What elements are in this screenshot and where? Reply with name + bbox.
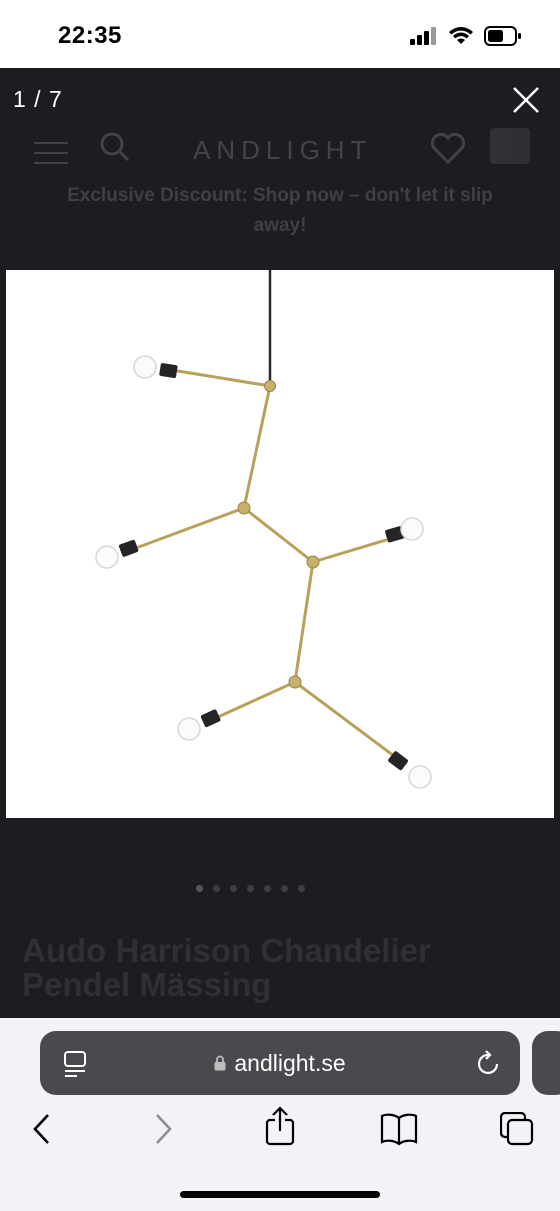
pagination-dot[interactable]	[298, 885, 305, 892]
close-icon[interactable]	[510, 84, 542, 116]
pagination-dot[interactable]	[264, 885, 271, 892]
status-bar: 22:35	[0, 0, 560, 68]
menu-icon	[34, 142, 68, 164]
pagination-dot[interactable]	[281, 885, 288, 892]
chandelier-illustration	[95, 270, 432, 789]
pagination-dot[interactable]	[230, 885, 237, 892]
lock-icon	[214, 1055, 226, 1071]
search-icon	[100, 132, 130, 162]
home-indicator	[180, 1191, 380, 1198]
tabs-icon[interactable]	[500, 1112, 534, 1146]
reload-icon[interactable]	[476, 1049, 502, 1077]
product-title: Audo Harrison Chandelier Pendel Mässing	[22, 932, 431, 1003]
page-menu-icon[interactable]	[64, 1051, 88, 1077]
next-image-arrow-icon[interactable]	[511, 518, 535, 564]
pagination-dot[interactable]	[247, 885, 254, 892]
cellular-signal-icon	[410, 27, 436, 45]
status-icons	[410, 26, 522, 46]
gallery-overlay: ANDLIGHT Exclusive Discount: Shop now – …	[0, 68, 560, 1018]
bookmarks-icon[interactable]	[380, 1112, 418, 1146]
promo-banner: Exclusive Discount: Shop now – don't let…	[67, 185, 493, 236]
address-bar[interactable]: andlight.se	[40, 1031, 520, 1095]
site-logo: ANDLIGHT	[193, 135, 373, 165]
url-text: andlight.se	[234, 1049, 346, 1076]
battery-icon	[484, 26, 521, 46]
previous-image-arrow-icon[interactable]	[25, 518, 49, 564]
browser-nav-row	[0, 1106, 560, 1156]
wifi-icon	[449, 27, 473, 44]
back-icon[interactable]	[31, 1112, 53, 1146]
cart-icon	[490, 128, 530, 164]
gallery-pagination-dots	[196, 885, 305, 892]
pagination-dot[interactable]	[213, 885, 220, 892]
status-time: 22:35	[58, 22, 122, 49]
gallery-counter: 1 / 7	[13, 86, 63, 112]
url-display: andlight.se	[40, 1031, 520, 1095]
product-image[interactable]	[6, 270, 554, 818]
share-icon[interactable]	[264, 1106, 296, 1146]
browser-toolbar: andlight.se	[0, 1018, 560, 1211]
heart-icon	[430, 132, 466, 164]
next-tab-preview[interactable]	[532, 1031, 560, 1095]
pagination-dot[interactable]	[196, 885, 203, 892]
forward-icon[interactable]	[152, 1112, 174, 1146]
background-site-header: ANDLIGHT	[0, 98, 560, 165]
